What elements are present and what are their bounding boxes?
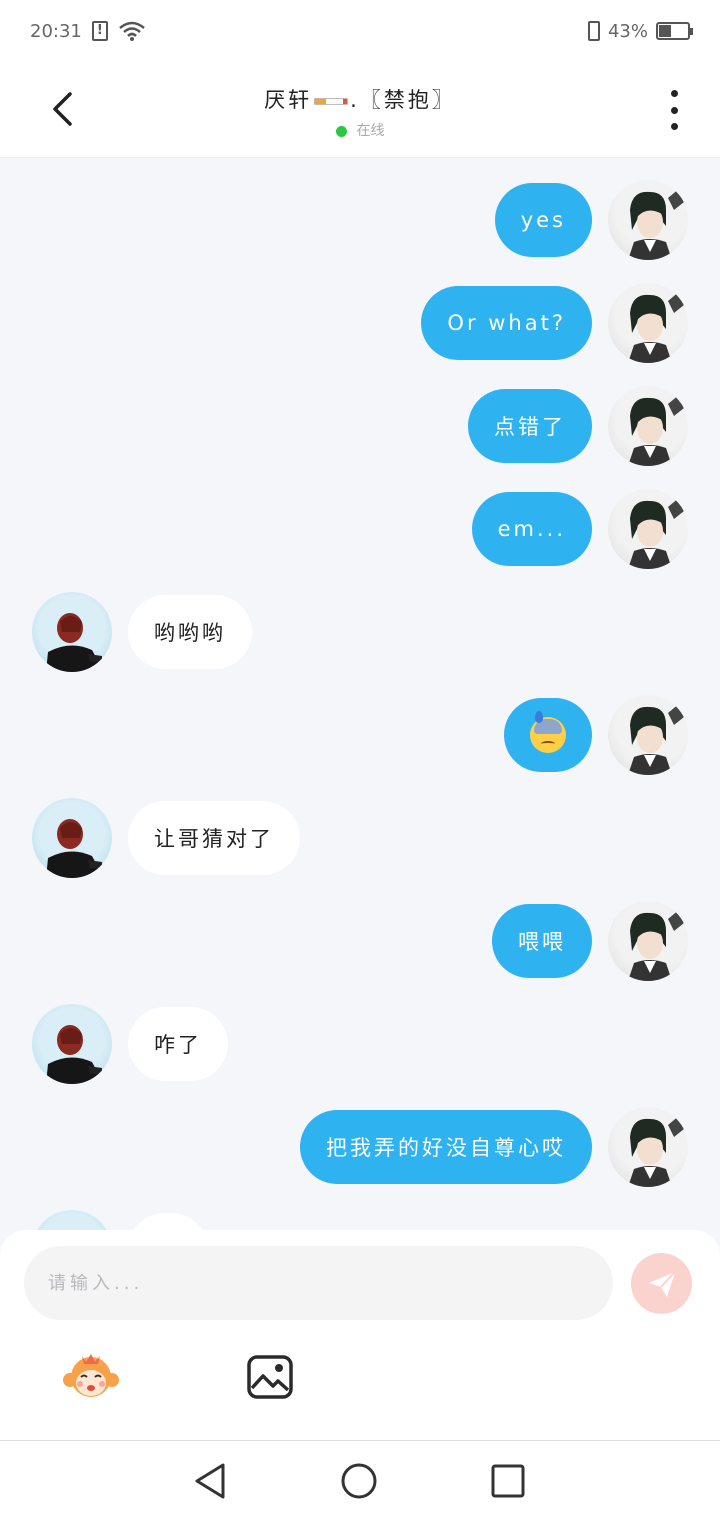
- chat-message-list[interactable]: yes Or what? 点错了 em... 哟哟哟 让哥猜对了 喂喂 咋了 把…: [0, 159, 720, 1230]
- battery-icon: [656, 22, 693, 40]
- message-row-outgoing: 把我弄的好没自尊心哎: [0, 1107, 720, 1187]
- message-row-outgoing: [0, 695, 720, 775]
- incoming-message-bubble[interactable]: 哟哟哟: [128, 595, 252, 669]
- message-text: Or what?: [447, 311, 566, 335]
- message-row-outgoing: 喂喂: [0, 901, 720, 981]
- message-text: em...: [497, 517, 566, 541]
- nav-recents-button[interactable]: [488, 1461, 528, 1501]
- avatar-back-view-person-icon: [46, 613, 104, 672]
- more-vertical-icon-dot: [670, 123, 678, 130]
- image-icon: [247, 1355, 293, 1399]
- message-row-incoming: 咋了: [0, 1004, 720, 1084]
- message-input[interactable]: [24, 1246, 613, 1320]
- message-text: 哟哟哟: [154, 621, 226, 645]
- avatar-anime-boy-icon: [628, 394, 684, 466]
- anxious-sweat-face-emoji: [530, 711, 566, 753]
- message-text: yes: [520, 208, 566, 232]
- message-text: 喂喂: [518, 930, 566, 954]
- message-row-outgoing: 点错了: [0, 386, 720, 466]
- emoji-button[interactable]: [62, 1352, 120, 1402]
- message-row-outgoing: em...: [0, 489, 720, 569]
- outgoing-message-bubble[interactable]: 把我弄的好没自尊心哎: [300, 1110, 592, 1184]
- message-row-outgoing: Or what?: [0, 283, 720, 363]
- message-row-incoming-partial: [0, 1210, 720, 1230]
- avatar-anime-boy-icon: [628, 909, 684, 981]
- status-bar: 20:31 ! 43%: [0, 0, 720, 62]
- outgoing-message-bubble[interactable]: 点错了: [468, 389, 592, 463]
- circle-home-icon: [341, 1463, 377, 1499]
- my-avatar[interactable]: [608, 283, 688, 363]
- contact-avatar[interactable]: [32, 592, 112, 672]
- message-text: 让哥猜对了: [154, 827, 274, 851]
- paper-plane-icon: [648, 1270, 676, 1297]
- avatar-anime-boy-icon: [628, 1115, 684, 1187]
- triangle-back-icon: [195, 1463, 225, 1499]
- outgoing-message-bubble[interactable]: yes: [494, 183, 592, 257]
- avatar-anime-boy-icon: [628, 291, 684, 363]
- status-time: 20:31: [30, 20, 82, 42]
- contact-avatar[interactable]: [32, 1004, 112, 1084]
- my-avatar[interactable]: [608, 1107, 688, 1187]
- my-avatar[interactable]: [608, 695, 688, 775]
- square-recents-icon: [491, 1464, 525, 1498]
- sim-alert-icon: !: [91, 21, 108, 41]
- vibrate-icon: [587, 21, 600, 41]
- my-avatar[interactable]: [608, 901, 688, 981]
- my-avatar[interactable]: [608, 180, 688, 260]
- chat-header: 厌轩 .〖禁抱〗 在线: [0, 62, 720, 158]
- outgoing-message-bubble[interactable]: 喂喂: [492, 904, 592, 978]
- send-button[interactable]: [631, 1253, 692, 1314]
- online-status: 在线: [0, 120, 720, 140]
- status-right: 43%: [587, 20, 693, 42]
- contact-avatar[interactable]: [32, 798, 112, 878]
- image-button[interactable]: [246, 1354, 294, 1400]
- contact-name-text: 厌轩: [264, 88, 313, 112]
- contact-name-suffix: .〖禁抱〗: [350, 88, 456, 112]
- incoming-message-bubble[interactable]: [128, 1213, 208, 1230]
- battery-fill: [659, 25, 671, 37]
- avatar-back-view-person-icon: [46, 819, 104, 878]
- more-vertical-icon-dot: [670, 90, 678, 97]
- incoming-message-bubble[interactable]: 咋了: [128, 1007, 228, 1081]
- my-avatar[interactable]: [608, 489, 688, 569]
- message-text: 咋了: [154, 1033, 202, 1057]
- message-text: 把我弄的好没自尊心哎: [326, 1136, 566, 1160]
- nav-back-button[interactable]: [190, 1461, 230, 1501]
- avatar-back-view-person-icon: [46, 1025, 104, 1084]
- nav-home-button[interactable]: [339, 1461, 379, 1501]
- battery-percent: 43%: [607, 20, 648, 42]
- input-panel: [0, 1230, 720, 1440]
- more-options-button[interactable]: [658, 90, 690, 130]
- monkey-emoji-icon: [63, 1354, 119, 1397]
- wifi-icon: [119, 21, 145, 41]
- message-row-incoming: 让哥猜对了: [0, 798, 720, 878]
- outgoing-message-bubble[interactable]: [504, 698, 592, 772]
- cigarette-emoji-icon: [314, 97, 349, 105]
- message-row-incoming: 哟哟哟: [0, 592, 720, 672]
- status-left: 20:31 !: [30, 20, 146, 42]
- system-navigation-bar: [0, 1440, 720, 1520]
- avatar-anime-boy-icon: [628, 497, 684, 569]
- incoming-message-bubble[interactable]: 让哥猜对了: [128, 801, 300, 875]
- contact-name: 厌轩 .〖禁抱〗: [0, 84, 720, 114]
- sweat-drop: [535, 711, 543, 723]
- more-vertical-icon-dot: [670, 106, 678, 114]
- contact-avatar[interactable]: [32, 1210, 112, 1230]
- outgoing-message-bubble[interactable]: em...: [471, 492, 592, 566]
- outgoing-message-bubble[interactable]: Or what?: [421, 286, 592, 360]
- online-dot-icon: [335, 125, 347, 137]
- message-text: 点错了: [494, 415, 566, 439]
- avatar-anime-boy-icon: [628, 703, 684, 775]
- avatar-anime-boy-icon: [628, 188, 684, 260]
- online-status-text: 在线: [356, 123, 385, 139]
- message-row-outgoing: yes: [0, 180, 720, 260]
- avatar-back-view-person-icon: [32, 1210, 112, 1230]
- my-avatar[interactable]: [608, 386, 688, 466]
